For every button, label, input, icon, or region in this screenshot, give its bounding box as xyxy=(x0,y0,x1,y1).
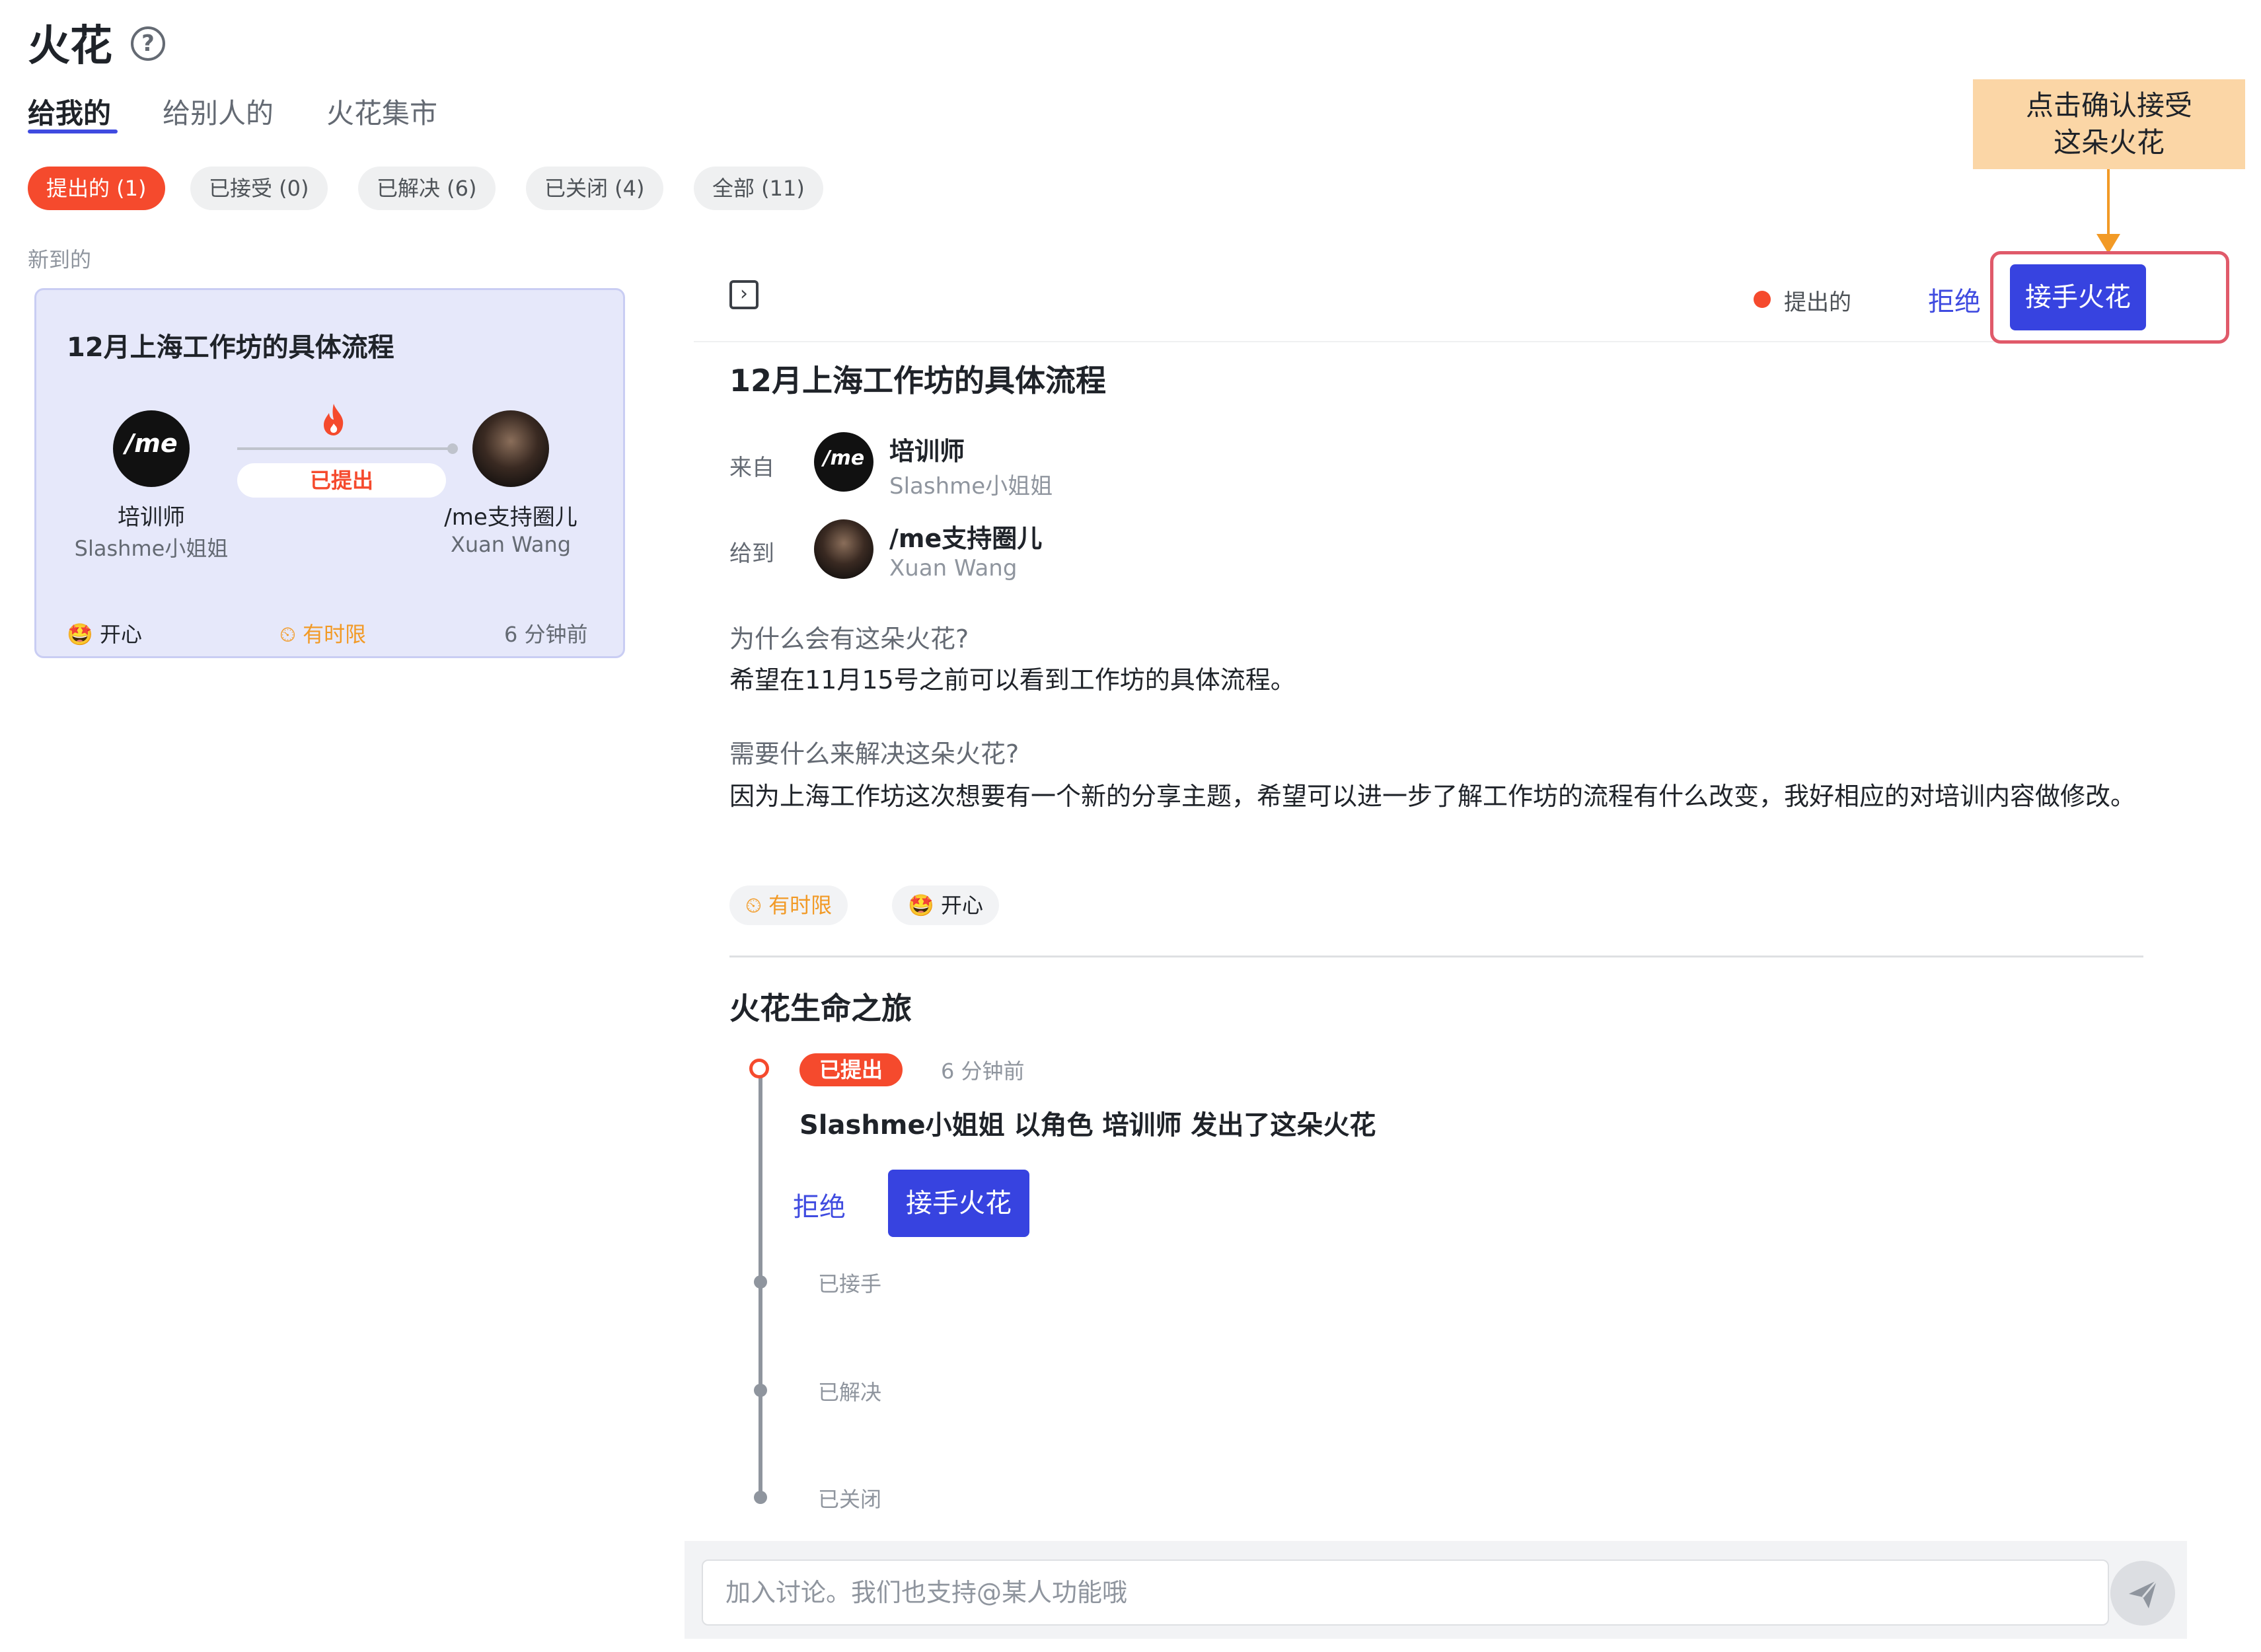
card-time: 6 分钟前 xyxy=(504,622,588,647)
journey-title: 火花生命之旅 xyxy=(729,991,912,1026)
spark-card[interactable]: 12月上海工作坊的具体流程 /me 培训师 Slashme小姐姐 已提出 /me… xyxy=(34,288,625,658)
avatar-from: /me xyxy=(113,410,190,487)
section-divider xyxy=(729,956,2143,957)
filter-accepted[interactable]: 已接受 (0) xyxy=(190,167,328,210)
from-label: 来自 xyxy=(729,455,774,481)
timeline-dot xyxy=(754,1491,767,1504)
expand-panel-icon[interactable]: › xyxy=(729,280,759,309)
stage-resolved: 已解决 xyxy=(818,1380,882,1405)
need-label: 需要什么来解决这朵火花? xyxy=(729,739,1019,769)
detail-avatar-me-logo-text: /me xyxy=(823,446,865,470)
annotation-line-1: 点击确认接受 xyxy=(2025,89,2192,122)
page-title: 火花 xyxy=(28,22,112,71)
send-button[interactable] xyxy=(2110,1561,2175,1626)
tag-mood: 🤩 开心 xyxy=(892,885,1000,925)
timer-icon: ⏲ xyxy=(745,893,762,918)
section-label-new: 新到的 xyxy=(28,247,92,272)
card-mood-label: 开心 xyxy=(100,622,143,647)
timeline-start-dot xyxy=(749,1059,769,1078)
stage-accepted: 已接手 xyxy=(818,1271,882,1296)
timeline-time: 6 分钟前 xyxy=(941,1059,1025,1084)
toolbar-divider xyxy=(694,341,2174,342)
star-struck-emoji-icon: 🤩 xyxy=(67,622,93,647)
to-label: 给到 xyxy=(729,541,774,567)
help-icon[interactable]: ? xyxy=(131,26,165,61)
card-to-name: /me支持圈儿 xyxy=(444,504,577,531)
filter-closed[interactable]: 已关闭 (4) xyxy=(526,167,663,210)
why-label: 为什么会有这朵火花? xyxy=(729,624,969,654)
detail-avatar-from: /me xyxy=(814,432,873,492)
filter-all[interactable]: 全部 (11) xyxy=(694,167,823,210)
card-deadline-label: 有时限 xyxy=(303,622,367,647)
annotation-line-2: 这朵火花 xyxy=(2053,126,2165,159)
card-connector-dot xyxy=(447,443,458,454)
detail-avatar-to xyxy=(814,519,873,579)
card-mood: 🤩 开心 xyxy=(67,618,142,648)
send-icon xyxy=(2129,1580,2158,1608)
card-status-badge: 已提出 xyxy=(237,463,446,498)
annotation-callout: 点击确认接受 这朵火花 xyxy=(1973,79,2245,169)
annotation-arrow-line xyxy=(2107,169,2110,238)
avatar-to xyxy=(472,410,549,487)
timeline-accept-button[interactable]: 接手火花 xyxy=(888,1170,1029,1237)
timeline-dot xyxy=(754,1275,767,1289)
timeline-badge-proposed: 已提出 xyxy=(799,1053,903,1086)
timeline-description: Slashme小姐姐 以角色 培训师 发出了这朵火花 xyxy=(799,1110,1376,1141)
tab-to-me[interactable]: 给我的 xyxy=(28,91,111,131)
card-from-name: 培训师 xyxy=(118,504,185,531)
card-title: 12月上海工作坊的具体流程 xyxy=(67,332,394,363)
card-connector-line xyxy=(237,447,455,450)
detail-to-sub: Xuan Wang xyxy=(889,555,1018,582)
need-text: 因为上海工作坊这次想要有一个新的分享主题，希望可以进一步了解工作坊的流程有什么改… xyxy=(729,782,2136,811)
timer-icon: ⏲ xyxy=(279,622,296,647)
active-tab-underline xyxy=(28,130,118,133)
filter-proposed[interactable]: 提出的 (1) xyxy=(28,167,165,210)
tag-mood-label: 开心 xyxy=(941,893,984,918)
status-dot xyxy=(1754,291,1771,308)
reject-button[interactable]: 拒绝 xyxy=(1928,280,1981,319)
why-text: 希望在11月15号之前可以看到工作坊的具体流程。 xyxy=(729,665,1296,695)
avatar-me-logo-text: /me xyxy=(125,428,178,458)
card-to-sub: Xuan Wang xyxy=(450,532,572,557)
timeline-dot xyxy=(754,1384,767,1397)
stage-closed: 已关闭 xyxy=(818,1487,882,1512)
tag-deadline-label: 有时限 xyxy=(768,893,833,918)
filter-resolved[interactable]: 已解决 (6) xyxy=(358,167,496,210)
card-deadline: ⏲ 有时限 xyxy=(279,618,366,648)
detail-title: 12月上海工作坊的具体流程 xyxy=(729,363,1107,398)
detail-status-text: 提出的 xyxy=(1784,289,1851,316)
card-from-sub: Slashme小姐姐 xyxy=(74,536,229,561)
star-struck-emoji-icon: 🤩 xyxy=(908,893,934,918)
annotation-highlight-box xyxy=(1990,251,2229,344)
fire-icon xyxy=(314,400,353,439)
detail-from-sub: Slashme小姐姐 xyxy=(889,473,1053,500)
tag-deadline: ⏲ 有时限 xyxy=(729,885,848,925)
tab-spark-market[interactable]: 火花集市 xyxy=(326,91,437,131)
tab-to-others[interactable]: 给别人的 xyxy=(163,91,274,131)
discussion-input[interactable] xyxy=(702,1559,2109,1626)
timeline-reject-button[interactable]: 拒绝 xyxy=(793,1185,846,1224)
detail-to-name: /me支持圈儿 xyxy=(889,524,1043,553)
detail-from-name: 培训师 xyxy=(889,437,965,466)
